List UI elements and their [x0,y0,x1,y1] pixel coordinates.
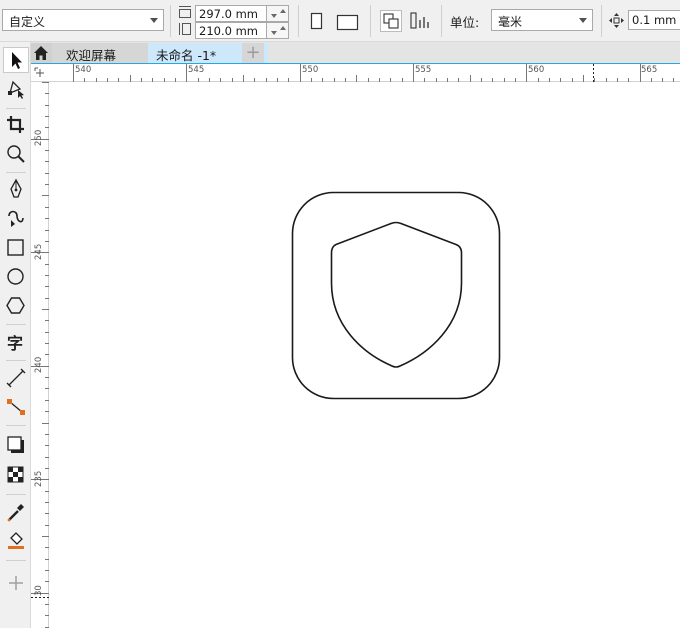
page-height-stepper[interactable] [267,22,289,39]
separator [6,360,26,361]
page-width-stepper[interactable] [267,5,289,22]
shape-edit-icon [8,80,24,99]
shield-in-rounded-square-icon[interactable] [50,83,680,628]
separator [6,425,26,426]
freehand-tool[interactable] [3,177,29,203]
page-size-value: 自定义 [9,15,46,29]
zoom-icon [7,145,25,163]
connector-tool[interactable] [3,394,29,420]
page-width-field[interactable]: 297.0 mm [195,5,267,22]
shape-tool[interactable] [3,76,29,102]
eyedropper-icon [7,504,24,522]
document-tab-bar: 欢迎屏幕 未命名 -1* + [30,42,680,65]
ruler-label: 540 [75,65,92,75]
ellipse-icon [7,268,24,285]
crop-tool[interactable] [3,112,29,138]
home-icon [34,46,48,60]
horizontal-ruler[interactable]: 540 545 550 555 560 565 [31,64,680,82]
ruler-origin-icon[interactable] [31,64,49,82]
dimension-line-icon [6,368,26,388]
separator [441,5,442,37]
unit-dropdown[interactable]: 毫米 [491,9,593,31]
svg-text:字: 字 [7,334,23,353]
page-height-value: 210.0 mm [199,24,258,38]
page-width-icon [179,6,191,18]
unit-label: 单位: [450,15,480,30]
pen-nib-icon [10,178,22,198]
portrait-icon[interactable] [310,12,324,30]
rectangle-tool[interactable] [3,235,29,261]
ruler-label: 30 [34,585,44,596]
interactive-fill-tool[interactable] [3,528,29,554]
ellipse-tool[interactable] [3,264,29,290]
page-size-dropdown[interactable]: 自定义 [2,9,164,31]
shield-shape [330,221,463,368]
pick-tool[interactable] [3,47,29,73]
ruler-label: 235 [34,470,44,487]
nudge-icon [609,13,624,28]
landscape-icon[interactable] [336,13,360,31]
ruler-label: 245 [34,243,44,260]
chevron-down-icon [150,18,158,23]
separator [6,108,26,109]
add-tab-button[interactable]: + [242,43,264,63]
plus-icon [9,576,23,590]
ruler-label: 560 [528,65,545,75]
drop-shadow-icon [7,436,24,453]
dimension-tool[interactable] [3,365,29,391]
artistic-media-tool[interactable] [3,206,29,232]
vertical-ruler[interactable]: 250 245 240 235 30 [31,82,49,628]
ruler-label: 550 [302,65,319,75]
ruler-label: 545 [188,65,205,75]
tab-home[interactable] [30,43,52,63]
separator [6,560,26,561]
polygon-tool[interactable] [3,293,29,319]
zoom-tool[interactable] [3,141,29,167]
brush-curve-icon [8,210,24,227]
paint-bucket-icon [8,532,24,549]
toolbox: 字 [0,42,31,628]
nudge-field[interactable]: 0.1 mm [628,10,680,30]
ruler-label: 565 [641,65,658,75]
separator [601,5,602,37]
property-bar: 自定义 297.0 mm 210.0 mm 单位: 毫米 0.1 mm [0,0,680,42]
page-height-field[interactable]: 210.0 mm [195,22,267,39]
horizontal-ruler-ticks [73,64,674,82]
separator [370,5,371,37]
separator [6,494,26,495]
connector-icon [7,399,25,415]
plus-icon: + [245,42,261,63]
tab-welcome-label: 欢迎屏幕 [66,48,117,63]
ruler-label: 250 [34,129,44,146]
text-glyph-icon: 字 [7,334,23,353]
hexagon-icon [6,297,25,314]
checkerboard-icon [7,466,24,483]
separator [298,5,299,37]
rectangle-icon [7,239,24,256]
tab-document-label: 未命名 -1* [156,48,217,63]
drop-shadow-tool[interactable] [3,432,29,458]
eyedropper-tool[interactable] [3,500,29,526]
pointer-icon [12,52,22,69]
unit-value: 毫米 [498,15,523,29]
ruler-label: 240 [34,356,44,373]
page-width-value: 297.0 mm [199,7,258,21]
text-tool[interactable]: 字 [3,329,29,355]
crop-icon [7,116,24,133]
vertical-ruler-ticks [31,82,49,628]
current-page-icon[interactable] [409,11,431,31]
ruler-label: 555 [415,65,432,75]
separator [170,5,171,37]
chevron-down-icon [579,18,587,23]
all-pages-icon[interactable] [380,10,402,32]
separator [6,172,26,173]
nudge-value: 0.1 mm [632,13,677,27]
transparency-tool[interactable] [3,462,29,488]
separator [6,324,26,325]
drawing-canvas[interactable] [50,83,680,628]
add-tool-button[interactable] [3,570,29,596]
page-height-icon [179,23,191,35]
